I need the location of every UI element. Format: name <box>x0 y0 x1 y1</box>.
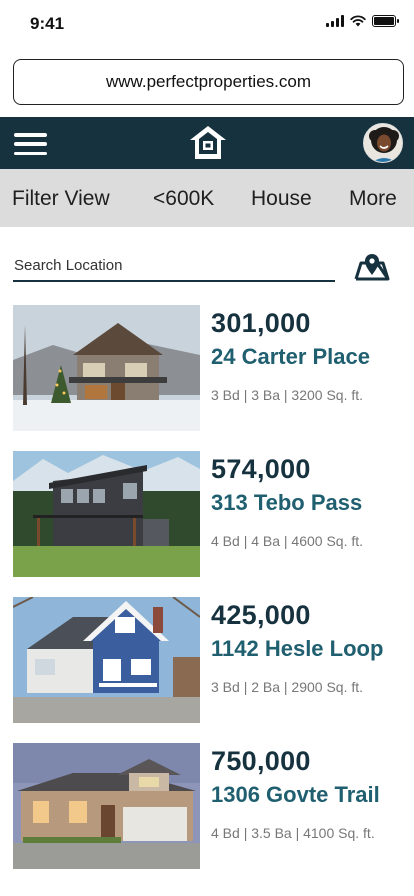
status-bar: 9:41 <box>0 0 414 48</box>
listing-price: 425,000 <box>211 600 311 630</box>
map-icon[interactable] <box>353 250 391 282</box>
listing-photo <box>13 451 200 577</box>
price-filter-chip[interactable]: <600K <box>153 187 214 211</box>
listing-details: 4 Bd | 4 Ba | 4600 Sq. ft. <box>211 533 364 549</box>
listing-card[interactable]: 301,000 24 Carter Place 3 Bd | 3 Ba | 32… <box>13 305 404 431</box>
listing-card[interactable]: 425,000 1142 Hesle Loop 3 Bd | 2 Ba | 29… <box>13 597 404 723</box>
filter-view-button[interactable]: Filter View <box>12 187 110 211</box>
listing-price: 301,000 <box>211 308 311 338</box>
status-time: 9:41 <box>30 14 65 33</box>
listing-card[interactable]: 574,000 313 Tebo Pass 4 Bd | 4 Ba | 4600… <box>13 451 404 577</box>
listing-details: 4 Bd | 3.5 Ba | 4100 Sq. ft. <box>211 825 375 841</box>
status-icons <box>326 15 399 27</box>
signal-icon <box>326 15 344 27</box>
listing-address[interactable]: 1142 Hesle Loop <box>211 636 383 662</box>
listing-address[interactable]: 24 Carter Place <box>211 344 370 370</box>
search-input[interactable] <box>13 252 335 278</box>
listing-photo <box>13 743 200 869</box>
top-navbar <box>0 117 414 169</box>
menu-icon[interactable] <box>14 133 47 155</box>
listing-card[interactable]: 750,000 1306 Govte Trail 4 Bd | 3.5 Ba |… <box>13 743 404 869</box>
listing-address[interactable]: 313 Tebo Pass <box>211 490 362 516</box>
url-bar[interactable]: www.perfectproperties.com <box>13 59 404 105</box>
listing-price: 574,000 <box>211 454 311 484</box>
type-filter-chip[interactable]: House <box>251 187 312 211</box>
search-field <box>13 252 335 282</box>
avatar[interactable] <box>363 123 403 163</box>
listing-price: 750,000 <box>211 746 311 776</box>
home-logo-icon[interactable] <box>187 123 229 163</box>
listing-details: 3 Bd | 3 Ba | 3200 Sq. ft. <box>211 387 364 403</box>
listing-photo <box>13 305 200 431</box>
listing-address[interactable]: 1306 Govte Trail <box>211 782 380 808</box>
battery-icon <box>372 15 399 27</box>
more-filters-button[interactable]: More <box>349 187 397 211</box>
listing-photo <box>13 597 200 723</box>
listing-details: 3 Bd | 2 Ba | 2900 Sq. ft. <box>211 679 364 695</box>
wifi-icon <box>350 15 366 27</box>
filter-bar: Filter View <600K House More <box>0 169 414 227</box>
